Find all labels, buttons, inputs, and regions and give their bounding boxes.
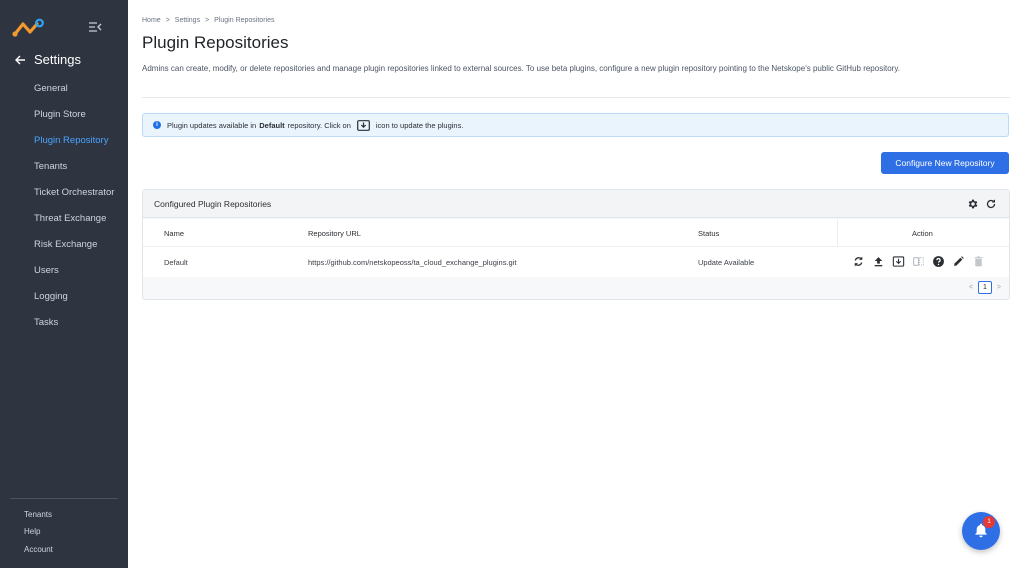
sync-icon[interactable] — [852, 255, 865, 268]
column-header-url: Repository URL — [308, 229, 361, 238]
pagination: < 1 > — [969, 281, 1001, 294]
download-update-icon — [356, 119, 370, 131]
info-icon: i — [153, 121, 161, 129]
breadcrumb-home[interactable]: Home — [142, 17, 161, 24]
footer-link-tenants[interactable]: Tenants — [24, 510, 52, 519]
sidebar-section-title: Settings — [34, 52, 81, 67]
info-text-suffix: icon to update the plugins. — [375, 120, 464, 130]
sidebar-item-risk-exchange[interactable]: Risk Exchange — [0, 232, 128, 258]
help-icon[interactable] — [932, 255, 945, 268]
breadcrumb-settings[interactable]: Settings — [175, 17, 200, 24]
column-header-action: Action — [912, 229, 933, 238]
notification-count-badge: 1 — [983, 516, 995, 528]
page-title: Plugin Repositories — [142, 33, 289, 52]
info-text-middle: repository. Click on — [287, 120, 351, 130]
arrow-left-icon — [15, 55, 25, 64]
sidebar-item-ticket-orchestrator[interactable]: Ticket Orchestrator — [0, 180, 128, 206]
sidebar-nav: General Plugin Store Plugin Repository T… — [0, 76, 128, 336]
back-to-settings[interactable]: Settings — [14, 52, 81, 67]
table-row: Default https://github.com/netskopeoss/t… — [143, 247, 1009, 277]
row-actions — [852, 255, 985, 268]
pagination-next[interactable]: > — [997, 284, 1001, 291]
netskope-logo[interactable] — [12, 18, 44, 38]
notifications-button[interactable]: 1 — [962, 512, 1000, 550]
sidebar-item-plugin-repository[interactable]: Plugin Repository — [0, 128, 128, 154]
refresh-icon[interactable] — [985, 198, 997, 210]
update-info-banner: i Plugin updates available in Default re… — [142, 113, 1009, 137]
compare-icon[interactable] — [912, 255, 925, 268]
repo-name: Default — [164, 258, 188, 267]
breadcrumb-separator: > — [165, 17, 170, 24]
footer-link-account[interactable]: Account — [24, 545, 53, 554]
repo-status: Update Available — [698, 258, 755, 267]
table-header: Name Repository URL Status Action — [143, 219, 1009, 247]
upload-icon[interactable] — [872, 255, 885, 268]
sidebar: Settings General Plugin Store Plugin Rep… — [0, 0, 128, 568]
breadcrumb-separator: > — [205, 17, 210, 24]
column-header-status: Status — [698, 229, 720, 238]
sidebar-item-plugin-store[interactable]: Plugin Store — [0, 102, 128, 128]
sidebar-divider — [10, 498, 118, 499]
sidebar-item-threat-exchange[interactable]: Threat Exchange — [0, 206, 128, 232]
collapse-sidebar-icon[interactable] — [88, 20, 102, 34]
repositories-card: Configured Plugin Repositories Name Repo… — [142, 189, 1010, 300]
sidebar-item-logging[interactable]: Logging — [0, 284, 128, 310]
breadcrumb: Home > Settings > Plugin Repositories — [142, 17, 274, 24]
sidebar-item-users[interactable]: Users — [0, 258, 128, 284]
delete-icon[interactable] — [972, 255, 985, 268]
info-text-prefix: Plugin updates available in — [167, 120, 257, 130]
card-title: Configured Plugin Repositories — [154, 199, 272, 209]
pagination-page[interactable]: 1 — [977, 281, 992, 294]
gear-icon[interactable] — [967, 198, 979, 210]
repo-url: https://github.com/netskopeoss/ta_cloud_… — [308, 258, 517, 267]
card-header: Configured Plugin Repositories — [143, 190, 1009, 218]
info-repo-name: Default — [259, 120, 285, 130]
divider — [142, 97, 1010, 98]
column-header-action-cell: Action — [837, 219, 1009, 247]
edit-icon[interactable] — [952, 255, 965, 268]
sidebar-item-general[interactable]: General — [0, 76, 128, 102]
pagination-prev[interactable]: < — [969, 284, 973, 291]
page-description: Admins can create, modify, or delete rep… — [142, 64, 900, 73]
configure-new-repository-button[interactable]: Configure New Repository — [881, 152, 1009, 174]
main-content: Home > Settings > Plugin Repositories Pl… — [128, 0, 1024, 568]
column-header-name: Name — [164, 229, 185, 238]
repositories-table: Name Repository URL Status Action Defaul… — [143, 219, 1009, 277]
footer-link-help[interactable]: Help — [24, 527, 40, 536]
breadcrumb-current: Plugin Repositories — [214, 17, 275, 24]
sidebar-item-tasks[interactable]: Tasks — [0, 310, 128, 336]
download-update-icon[interactable] — [892, 255, 905, 268]
sidebar-item-tenants[interactable]: Tenants — [0, 154, 128, 180]
